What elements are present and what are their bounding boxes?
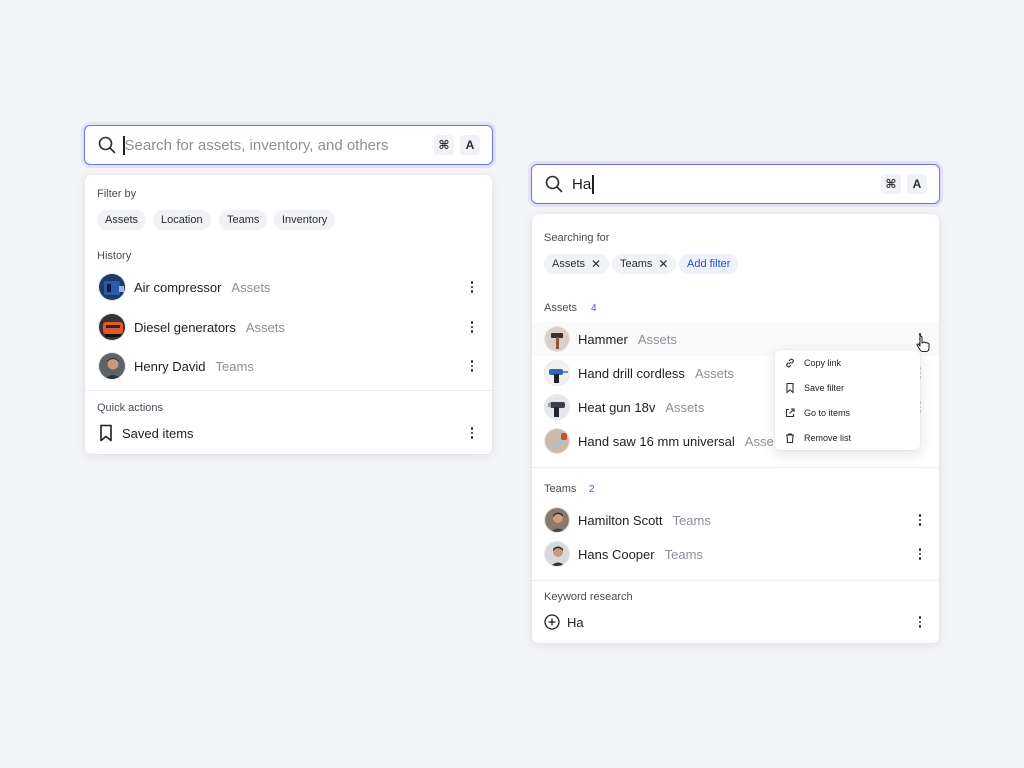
filter-by-label: Filter by: [97, 188, 137, 200]
close-icon[interactable]: ✕: [658, 258, 668, 270]
text-caret: [592, 174, 594, 194]
search-icon: [544, 174, 564, 194]
result-item-category: Asse: [744, 433, 774, 449]
more-options-icon[interactable]: [465, 424, 479, 442]
search-input[interactable]: Ha: [572, 176, 591, 193]
external-link-icon: [784, 407, 796, 419]
more-options-icon[interactable]: [913, 511, 927, 529]
menu-item-save-filter[interactable]: Save filter: [775, 375, 920, 400]
close-icon[interactable]: ✕: [591, 258, 601, 270]
keyword-research-label: Keyword research: [544, 591, 633, 603]
heat-gun-thumbnail: [544, 394, 570, 420]
more-options-icon[interactable]: [913, 545, 927, 563]
menu-item-remove-list[interactable]: Remove list: [775, 425, 920, 450]
result-item-category: Teams: [672, 512, 711, 528]
divider: [85, 390, 492, 391]
history-item-category: Assets: [245, 319, 285, 335]
command-key-icon: ⌘: [434, 135, 454, 155]
filter-chip-location[interactable]: Location: [153, 210, 211, 230]
result-item-team[interactable]: Hans Cooper Teams: [532, 537, 939, 571]
shortcut-key: A: [460, 135, 480, 155]
history-item-name: Air compressor: [134, 279, 222, 295]
filter-chip-teams[interactable]: Teams: [219, 210, 268, 230]
history-item-category: Assets: [231, 279, 271, 295]
menu-item-label: Save filter: [804, 382, 845, 393]
keyword-research-item[interactable]: Ha: [532, 605, 939, 639]
more-options-icon[interactable]: [465, 318, 479, 336]
divider: [532, 467, 939, 468]
result-item-category: Assets: [665, 399, 705, 415]
assets-count-badge: 4: [591, 303, 597, 314]
bookmark-icon: [98, 424, 114, 442]
menu-item-label: Remove list: [804, 432, 852, 443]
result-item-name: Hand saw 16 mm universal: [578, 433, 735, 449]
history-item-name: Diesel generators: [134, 319, 236, 335]
history-label: History: [97, 250, 132, 262]
result-item-name: Heat gun 18v: [578, 399, 656, 415]
search-bar[interactable]: Ha ⌘ A: [531, 164, 940, 204]
quick-action-item[interactable]: Saved items: [85, 416, 492, 450]
result-item-category: Teams: [664, 546, 703, 562]
teams-count-badge: 2: [589, 484, 595, 495]
history-item[interactable]: Diesel generators Assets: [85, 310, 492, 344]
menu-item-label: Go to items: [804, 407, 851, 418]
result-item-category: Assets: [694, 365, 734, 381]
result-item-team[interactable]: Hamilton Scott Teams: [532, 503, 939, 537]
history-item[interactable]: Henry David Teams: [85, 349, 492, 383]
menu-item-copy-link[interactable]: Copy link: [775, 350, 920, 375]
shortcut-key: A: [907, 174, 927, 194]
context-menu: Copy link Save filter Go to items Remove…: [775, 350, 920, 450]
more-options-icon[interactable]: [913, 613, 927, 631]
teams-section-label: Teams: [544, 483, 577, 495]
result-item-name: Hammer: [578, 331, 628, 347]
history-item[interactable]: Air compressor Assets: [85, 270, 492, 304]
menu-item-go-to-items[interactable]: Go to items: [775, 400, 920, 425]
hand-saw-thumbnail: [544, 428, 570, 454]
quick-actions-label: Quick actions: [97, 402, 164, 414]
generator-thumbnail: [98, 313, 126, 341]
search-icon: [97, 135, 117, 155]
active-filter-label: Assets: [552, 258, 586, 270]
more-options-icon[interactable]: [465, 357, 479, 375]
search-bar[interactable]: Search for assets, inventory, and others…: [84, 125, 493, 165]
person-avatar: [544, 541, 570, 567]
bookmark-icon: [784, 382, 796, 394]
history-item-name: Henry David: [134, 358, 206, 374]
search-dropdown-panel: Filter by Assets Location Teams Inventor…: [85, 175, 492, 454]
result-item-category: Assets: [637, 331, 677, 347]
more-options-icon[interactable]: [465, 278, 479, 296]
trash-icon: [784, 432, 796, 444]
result-item-name: Hand drill cordless: [578, 365, 685, 381]
hand-cursor-icon: [915, 335, 931, 353]
result-item-name: Hans Cooper: [578, 546, 655, 562]
menu-item-label: Copy link: [804, 357, 842, 368]
history-item-category: Teams: [215, 358, 254, 374]
plus-circle-icon: [544, 614, 560, 630]
searching-for-label: Searching for: [544, 232, 610, 244]
active-filter-label: Teams: [620, 258, 653, 270]
hammer-thumbnail: [544, 326, 570, 352]
filter-chip-inventory[interactable]: Inventory: [274, 210, 336, 230]
filter-chip-assets[interactable]: Assets: [97, 210, 147, 230]
active-filter-assets[interactable]: Assets ✕: [544, 254, 610, 274]
compressor-thumbnail: [98, 273, 126, 301]
result-item-name: Hamilton Scott: [578, 512, 663, 528]
person-avatar: [98, 352, 126, 380]
drill-thumbnail: [544, 360, 570, 386]
add-filter-button[interactable]: Add filter: [679, 254, 739, 274]
keyword-value: Ha: [567, 614, 584, 630]
link-icon: [784, 357, 796, 369]
search-input-placeholder[interactable]: Search for assets, inventory, and others: [125, 137, 389, 154]
divider: [532, 580, 939, 581]
assets-section-label: Assets: [544, 302, 578, 314]
person-avatar: [544, 507, 570, 533]
quick-action-label: Saved items: [122, 425, 194, 441]
active-filter-teams[interactable]: Teams ✕: [612, 254, 677, 274]
command-key-icon: ⌘: [881, 174, 901, 194]
